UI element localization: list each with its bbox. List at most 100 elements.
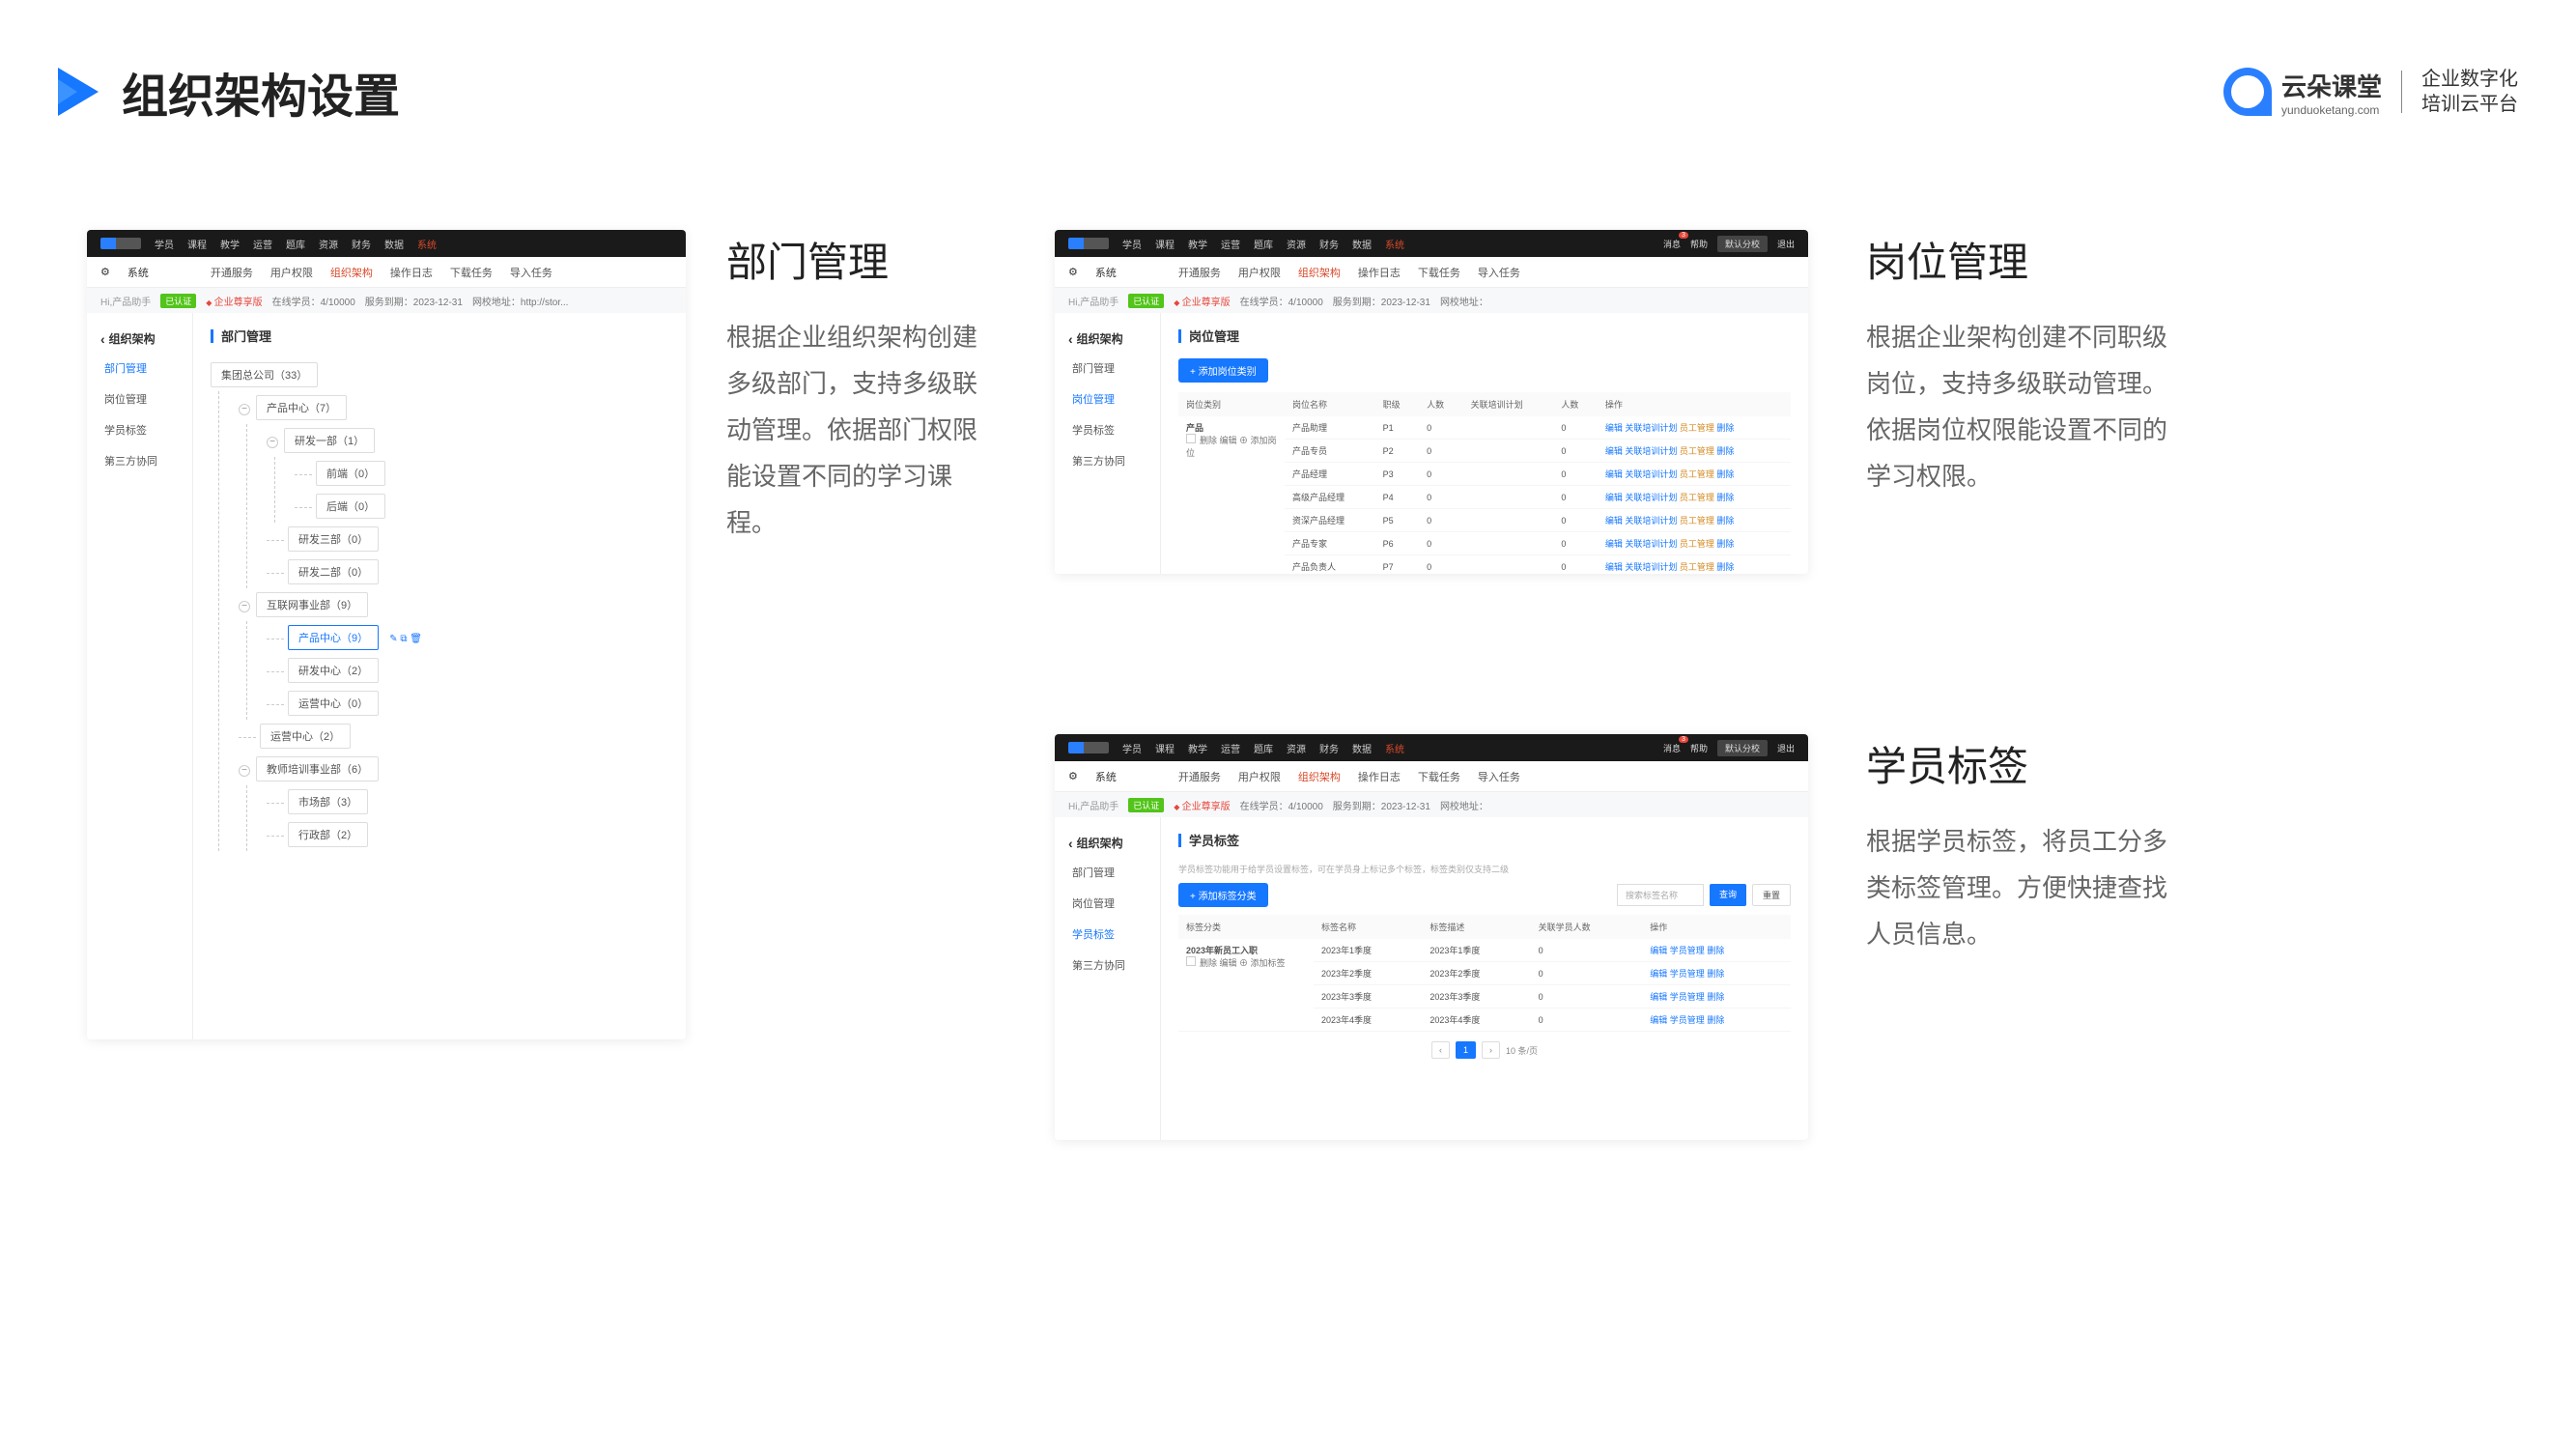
exit-link[interactable]: 退出 <box>1777 238 1795 250</box>
row-ops[interactable]: 编辑 关联培训计划 员工管理 删除 <box>1598 440 1791 463</box>
subnav-item[interactable]: 开通服务 <box>1178 265 1221 280</box>
tree-node[interactable]: 运营中心（0） <box>288 691 379 716</box>
group-ops[interactable]: 删除 编辑 ⊕ 添加岗位 <box>1186 436 1277 458</box>
reset-button[interactable]: 重置 <box>1752 884 1791 906</box>
brand-tagline: 企业数字化 培训云平台 <box>2421 67 2518 117</box>
screenshot-tag: 学员 课程 教学 运营 题库 资源 财务 数据 系统 消息3 帮助 默认分校 退… <box>1055 734 1808 1140</box>
nav-item[interactable]: 资源 <box>1287 237 1306 251</box>
screenshot-department: 学员 课程 教学 运营 题库 资源 财务 数据 系统 ⚙ 系统 开通服务 用户权… <box>87 230 686 1039</box>
add-tag-button[interactable]: + 添加标签分类 <box>1178 883 1268 907</box>
nav-item[interactable]: 教学 <box>1188 237 1207 251</box>
subnav-item[interactable]: 导入任务 <box>1478 265 1520 280</box>
row-ops[interactable]: 编辑 关联培训计划 员工管理 删除 <box>1598 416 1791 440</box>
tree-node[interactable]: 市场部（3） <box>288 789 368 814</box>
row-ops[interactable]: 编辑 关联培训计划 员工管理 删除 <box>1598 532 1791 555</box>
gear-icon: ⚙ <box>1068 770 1078 782</box>
tree-node[interactable]: 教师培训事业部（6） <box>256 756 379 781</box>
row-ops[interactable]: 编辑 学员管理 删除 <box>1642 985 1791 1009</box>
sidebar-item-department[interactable]: 部门管理 <box>87 353 192 384</box>
group-ops[interactable]: 删除 编辑 ⊕ 添加标签 <box>1186 958 1286 968</box>
pager-next[interactable]: › <box>1482 1041 1500 1059</box>
tree-node-selected[interactable]: 产品中心（9） <box>288 625 379 650</box>
tree-node[interactable]: 研发中心（2） <box>288 658 379 683</box>
collapse-icon[interactable]: − <box>239 404 250 415</box>
subnav-item[interactable]: 用户权限 <box>1238 265 1281 280</box>
tree-node[interactable]: 产品中心（7） <box>256 395 347 420</box>
nav-item[interactable]: 数据 <box>1352 237 1372 251</box>
nav-item-active[interactable]: 系统 <box>1385 237 1404 251</box>
content-pane: 部门管理 集团总公司（33） −产品中心（7） −研发一部（1） 前端（0） 后… <box>193 313 686 1039</box>
row-ops[interactable]: 编辑 学员管理 删除 <box>1642 1009 1791 1032</box>
app-logo <box>100 238 141 249</box>
tree-node[interactable]: 行政部（2） <box>288 822 368 847</box>
search-button[interactable]: 查询 <box>1710 884 1746 906</box>
tree-node[interactable]: 互联网事业部（9） <box>256 592 368 617</box>
position-table: 岗位类别 岗位名称 职级 人数 关联培训计划 人数 操作 产品 删除 编辑 ⊕ … <box>1178 392 1791 574</box>
branch-select[interactable]: 默认分校 <box>1717 236 1768 252</box>
tree-node[interactable]: 研发三部（0） <box>288 526 379 552</box>
row-ops[interactable]: 编辑 关联培训计划 员工管理 删除 <box>1598 463 1791 486</box>
desc-title: 部门管理 <box>726 230 997 289</box>
row-ops[interactable]: 编辑 关联培训计划 员工管理 删除 <box>1598 509 1791 532</box>
collapse-icon[interactable]: − <box>239 765 250 777</box>
badge: 3 <box>1679 232 1688 239</box>
nav-item[interactable]: 资源 <box>319 237 338 251</box>
nav-item[interactable]: 教学 <box>220 237 240 251</box>
subnav-item[interactable]: 下载任务 <box>1418 265 1460 280</box>
nav-item[interactable]: 运营 <box>253 237 272 251</box>
nav-item-active[interactable]: 系统 <box>417 237 437 251</box>
info-strip: Hi,产品助手 已认证 企业尊享版 在线学员：4/10000 服务到期：2023… <box>87 288 686 313</box>
row-ops[interactable]: 编辑 学员管理 删除 <box>1642 962 1791 985</box>
nav-item[interactable]: 财务 <box>1319 237 1339 251</box>
gear-icon: ⚙ <box>100 266 110 278</box>
sidebar-head[interactable]: 组织架构 <box>87 325 192 353</box>
subnav-item-active[interactable]: 组织架构 <box>330 265 373 280</box>
tree-node[interactable]: 运营中心（2） <box>260 724 351 749</box>
brand-en: yunduoketang.com <box>2281 103 2382 117</box>
sidebar-item-position[interactable]: 岗位管理 <box>87 384 192 414</box>
collapse-icon[interactable]: − <box>267 437 278 448</box>
app-logo <box>1068 742 1109 753</box>
nav-item[interactable]: 数据 <box>384 237 404 251</box>
nav-item[interactable]: 学员 <box>1122 237 1142 251</box>
pager-prev[interactable]: ‹ <box>1431 1041 1450 1059</box>
sidebar-item-thirdparty[interactable]: 第三方协同 <box>87 445 192 476</box>
msg-link[interactable]: 消息3 <box>1663 238 1681 250</box>
subnav-item-active[interactable]: 组织架构 <box>1298 265 1341 280</box>
nav-item[interactable]: 课程 <box>1155 237 1175 251</box>
add-position-button[interactable]: + 添加岗位类别 <box>1178 358 1268 383</box>
search-input[interactable]: 搜索标签名称 <box>1617 884 1704 906</box>
tree-node[interactable]: 集团总公司（33） <box>211 362 318 387</box>
nav-item[interactable]: 运营 <box>1221 237 1240 251</box>
verify-badge: 已认证 <box>160 294 196 308</box>
org-tree: 集团总公司（33） −产品中心（7） −研发一部（1） 前端（0） 后端（0） … <box>211 358 668 851</box>
subnav-item[interactable]: 操作日志 <box>1358 265 1401 280</box>
subnav-item[interactable]: 开通服务 <box>211 265 253 280</box>
nav-item[interactable]: 题库 <box>286 237 305 251</box>
tree-node[interactable]: 研发一部（1） <box>284 428 375 453</box>
row-ops[interactable]: 编辑 关联培训计划 员工管理 删除 <box>1598 486 1791 509</box>
nav-item[interactable]: 课程 <box>187 237 207 251</box>
help-link[interactable]: 帮助 <box>1690 238 1708 250</box>
subnav-item[interactable]: 用户权限 <box>270 265 313 280</box>
sidebar-item-tag[interactable]: 学员标签 <box>87 414 192 445</box>
tree-node[interactable]: 前端（0） <box>316 461 385 486</box>
collapse-icon[interactable]: − <box>239 601 250 612</box>
subnav-item[interactable]: 导入任务 <box>510 265 552 280</box>
msg-link[interactable]: 消息3 <box>1663 742 1681 754</box>
nav-item[interactable]: 财务 <box>352 237 371 251</box>
row-ops[interactable]: 编辑 关联培训计划 员工管理 删除 <box>1598 555 1791 575</box>
nav-item[interactable]: 题库 <box>1254 237 1273 251</box>
pager-size[interactable]: 10 条/页 <box>1506 1044 1538 1057</box>
online-count: 在线学员：4/10000 <box>272 294 355 308</box>
row-ops[interactable]: 编辑 学员管理 删除 <box>1642 939 1791 962</box>
subnav-item[interactable]: 操作日志 <box>390 265 433 280</box>
tree-actions[interactable]: ✎ ⧉ 🗑 <box>389 634 422 644</box>
tree-node[interactable]: 研发二部（0） <box>288 559 379 584</box>
subnav-item[interactable]: 下载任务 <box>450 265 493 280</box>
page-title: 组织架构设置 <box>122 58 400 126</box>
tree-node[interactable]: 后端（0） <box>316 494 385 519</box>
nav-item[interactable]: 学员 <box>155 237 174 251</box>
topbar: 学员 课程 教学 运营 题库 资源 财务 数据 系统 <box>87 230 686 257</box>
pager-page[interactable]: 1 <box>1456 1041 1476 1059</box>
